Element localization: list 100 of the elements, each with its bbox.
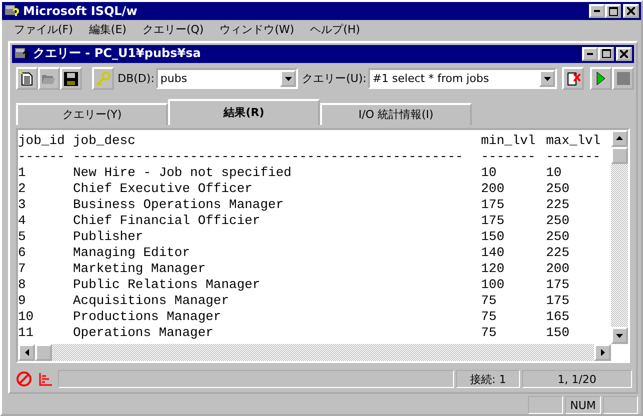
query-dropdown[interactable]: #1 select * from jobs	[368, 68, 558, 90]
table-cell-text: 6	[18, 244, 27, 261]
scroll-thumb[interactable]	[611, 146, 628, 164]
db-label: DB(D):	[118, 72, 154, 86]
table-cell-text: 9	[18, 292, 27, 309]
app-icon	[14, 46, 30, 62]
horizontal-scrollbar[interactable]	[18, 344, 611, 362]
minimize-button[interactable]	[589, 4, 605, 18]
folder-icon	[41, 72, 56, 86]
table-cell-text: 3	[18, 196, 27, 213]
table-cell-text: 120	[481, 260, 506, 277]
dashed-rule: -------	[481, 148, 537, 165]
table-cell-text: 200	[546, 260, 570, 277]
play-icon	[596, 72, 606, 86]
table-cell-text: 7	[18, 260, 27, 277]
table-cell-text: 10	[546, 164, 563, 181]
table-cell-text: 5	[18, 228, 27, 245]
dashed-rule: --------------------------------------------------	[73, 148, 464, 165]
column-header: max_lvl	[546, 132, 602, 149]
app-icon	[4, 3, 20, 19]
database-dropdown[interactable]: pubs	[156, 68, 298, 90]
connection-status: 接続: 1	[456, 370, 520, 388]
maximize-button[interactable]	[605, 4, 621, 18]
position-status: 1, 1/20	[522, 370, 632, 388]
table-cell-text: 250	[546, 212, 570, 229]
scroll-thumb[interactable]	[35, 344, 52, 362]
scroll-left-button[interactable]	[18, 344, 35, 362]
run-button[interactable]	[590, 67, 612, 90]
table-cell-text: 75	[481, 308, 498, 325]
folder-button[interactable]	[38, 67, 60, 90]
document-icon	[19, 71, 34, 86]
table-cell-text: 175	[546, 292, 570, 309]
table-cell-text: Publisher	[73, 228, 144, 245]
tab[interactable]: I/O 統計情報(I)	[320, 102, 472, 125]
minimize-icon	[587, 52, 593, 55]
table-cell-text: 4	[18, 212, 27, 229]
right-arrow-icon	[600, 349, 604, 356]
table-cell-text: Operations Manager	[73, 324, 214, 341]
table-cell-text: 175	[481, 212, 506, 229]
dashed-rule: -------	[546, 148, 602, 165]
maximize-icon	[602, 49, 610, 58]
maximize-button[interactable]	[598, 46, 614, 61]
save-button[interactable]	[60, 67, 82, 90]
table-cell-text: Managing Editor	[73, 244, 192, 261]
table-cell-text: Marketing Manager	[73, 260, 207, 277]
column-header: min_lvl	[481, 132, 537, 149]
scroll-up-button[interactable]	[611, 130, 628, 147]
tab[interactable]: 結果(R)	[168, 98, 320, 125]
close-button[interactable]	[623, 4, 639, 18]
close-icon	[620, 50, 628, 58]
table-cell-text: 175	[546, 276, 570, 293]
minimize-button[interactable]	[582, 46, 598, 61]
table-cell-text: 250	[546, 228, 570, 245]
table-cell-text: 140	[481, 244, 506, 261]
delete-document-icon	[566, 71, 581, 86]
left-arrow-icon	[24, 349, 28, 356]
minimize-icon	[594, 10, 600, 12]
table-cell-text: 8	[18, 276, 27, 293]
menu-item[interactable]: クエリー(Q)	[134, 22, 212, 36]
table-cell-text: 150	[481, 228, 506, 245]
table-cell-text: Acquisitions Manager	[73, 292, 230, 309]
window-title: Microsoft ISQL/w	[23, 4, 138, 18]
table-cell-text: 200	[481, 180, 506, 197]
menu-item[interactable]: ヘルプ(H)	[302, 22, 368, 36]
menu-item[interactable]: ウィンドウ(W)	[212, 22, 302, 36]
scroll-down-button[interactable]	[611, 327, 628, 344]
num-lock-indicator: NUM	[565, 396, 601, 414]
vertical-scrollbar[interactable]	[611, 130, 628, 344]
table-cell-text: 11	[18, 324, 35, 341]
column-header: job_id	[18, 132, 66, 149]
dashed-rule: ------	[18, 148, 66, 165]
table-cell-text: 100	[481, 276, 506, 293]
table-cell-text: 225	[546, 196, 570, 213]
new-document-button[interactable]	[16, 67, 38, 90]
table-cell-text: 150	[546, 324, 570, 341]
clear-query-button[interactable]	[562, 67, 584, 90]
table-cell-text: 10	[18, 308, 35, 325]
table-cell-text: 75	[481, 324, 498, 341]
table-cell-text: 250	[546, 180, 570, 197]
table-cell-text: Public Relations Manager	[73, 276, 262, 293]
child-window-title: クエリー - PC_U1¥pubs¥sa	[33, 45, 202, 62]
close-icon	[627, 7, 635, 15]
dropdown-arrow-icon	[284, 76, 292, 81]
scroll-right-button[interactable]	[594, 344, 611, 362]
maximize-icon	[608, 6, 618, 16]
menu-item[interactable]: ファイル(F)	[6, 22, 81, 36]
key-icon	[94, 70, 111, 87]
table-cell-text: 165	[546, 308, 570, 325]
table-cell-text: Business Operations Manager	[73, 196, 285, 213]
table-cell-text: 2	[18, 180, 27, 197]
table-cell-text: 10	[481, 164, 498, 181]
table-cell-text: New Hire - Job not specified	[73, 164, 292, 181]
close-button[interactable]	[616, 46, 632, 61]
query-label: クエリー(U):	[302, 71, 366, 86]
table-cell-text: 225	[546, 244, 570, 261]
tab[interactable]: クエリー(Y)	[16, 102, 168, 125]
table-cell-text: 1	[18, 164, 27, 181]
column-header: job_desc	[73, 132, 136, 149]
menu-item[interactable]: 編集(E)	[80, 22, 134, 36]
stop-button[interactable]	[612, 67, 634, 90]
